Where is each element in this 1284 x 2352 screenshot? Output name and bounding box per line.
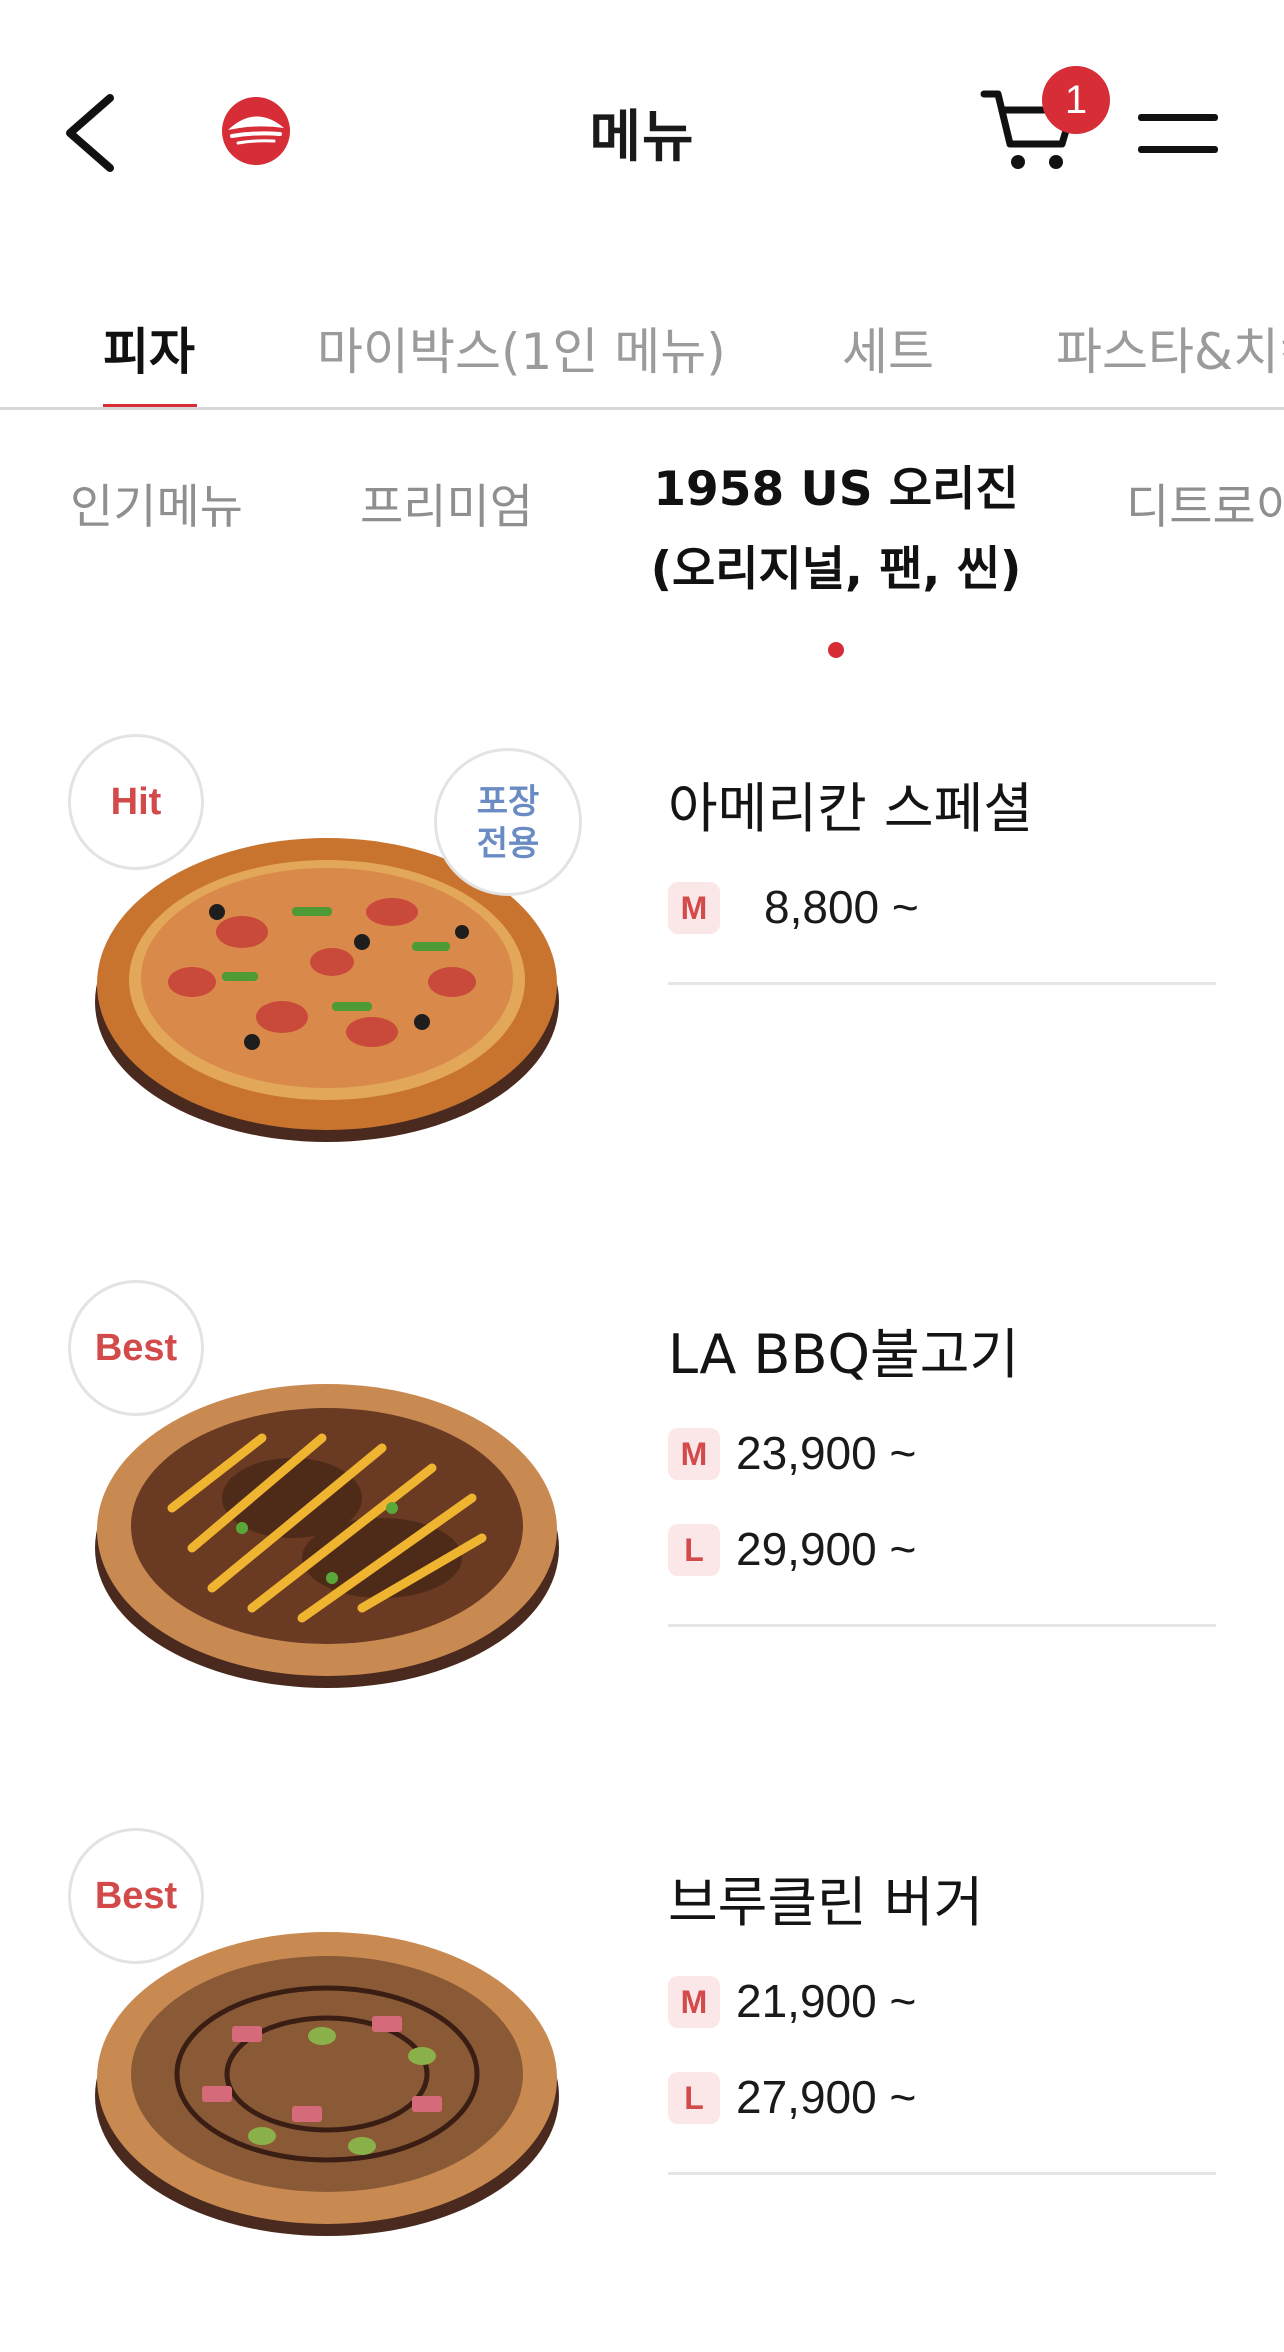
hamburger-menu-icon[interactable]: [1138, 108, 1222, 158]
subtab-label-line2: (오리지널, 팬, 씬): [650, 542, 1022, 597]
takeout-badge-line1: 포장: [476, 782, 540, 822]
size-badge: L: [668, 1524, 720, 1576]
tab-mybox[interactable]: 마이박스(1인 메뉴): [317, 312, 726, 384]
menu-item-la-bbq-bulgogi[interactable]: Best LA BBQ불고기 M 23,900 ~ L 29,900 ~: [0, 1280, 1284, 1800]
price-value: 23,900 ~: [736, 1427, 917, 1479]
hit-badge: Hit: [68, 734, 204, 870]
subcategory-tab-bar: 인기메뉴 프리미엄 1958 US 오리진 (오리지널, 팬, 씬) 디트로이트: [0, 450, 1284, 680]
takeout-only-badge: 포장 전용: [434, 748, 582, 896]
category-tab-bar: 피자 마이박스(1인 메뉴) 세트 파스타&치킨: [0, 290, 1284, 410]
tab-set[interactable]: 세트: [842, 312, 934, 384]
item-divider: [668, 2172, 1216, 2175]
size-badge: M: [668, 1428, 720, 1480]
active-subtab-dot: [828, 642, 844, 658]
tab-pizza[interactable]: 피자: [103, 312, 195, 384]
takeout-badge-line2: 전용: [476, 824, 540, 864]
item-name: 브루클린 버거: [668, 1871, 984, 1934]
price-value: 29,900 ~: [736, 1523, 917, 1575]
best-badge: Best: [68, 1828, 204, 1964]
subtab-1958-us-origin[interactable]: 1958 US 오리진 (오리지널, 팬, 씬): [640, 450, 1032, 610]
price-value: 27,900 ~: [736, 2071, 917, 2123]
active-tab-indicator: [103, 404, 197, 407]
menu-item-brooklyn-burger[interactable]: Best 브루클린 버거 M 21,900 ~ L 27,900 ~: [0, 1828, 1284, 2348]
tab-pasta-chicken[interactable]: 파스타&치킨: [1056, 312, 1284, 384]
best-badge: Best: [68, 1280, 204, 1416]
header-bar: 메뉴 1: [0, 0, 1284, 260]
subtab-premium[interactable]: 프리미엄: [360, 468, 533, 537]
subtab-popular[interactable]: 인기메뉴: [70, 468, 243, 537]
size-badge: M: [668, 882, 720, 934]
item-divider: [668, 982, 1216, 985]
price-value: 21,900 ~: [736, 1975, 917, 2027]
item-name: 아메리칸 스페셜: [668, 777, 1033, 840]
item-name: LA BBQ불고기: [668, 1323, 1020, 1386]
subtab-detroit[interactable]: 디트로이트: [1126, 468, 1284, 537]
size-badge: M: [668, 1976, 720, 2028]
cart-count-badge: 1: [1042, 66, 1110, 134]
size-badge: L: [668, 2072, 720, 2124]
item-divider: [668, 1624, 1216, 1627]
subtab-label-line1: 1958 US 오리진: [653, 462, 1019, 517]
price-value: 8,800 ~: [764, 881, 919, 933]
menu-item-american-special[interactable]: Hit 포장 전용 아메리칸 스페셜 M 8,800 ~: [0, 734, 1284, 1254]
